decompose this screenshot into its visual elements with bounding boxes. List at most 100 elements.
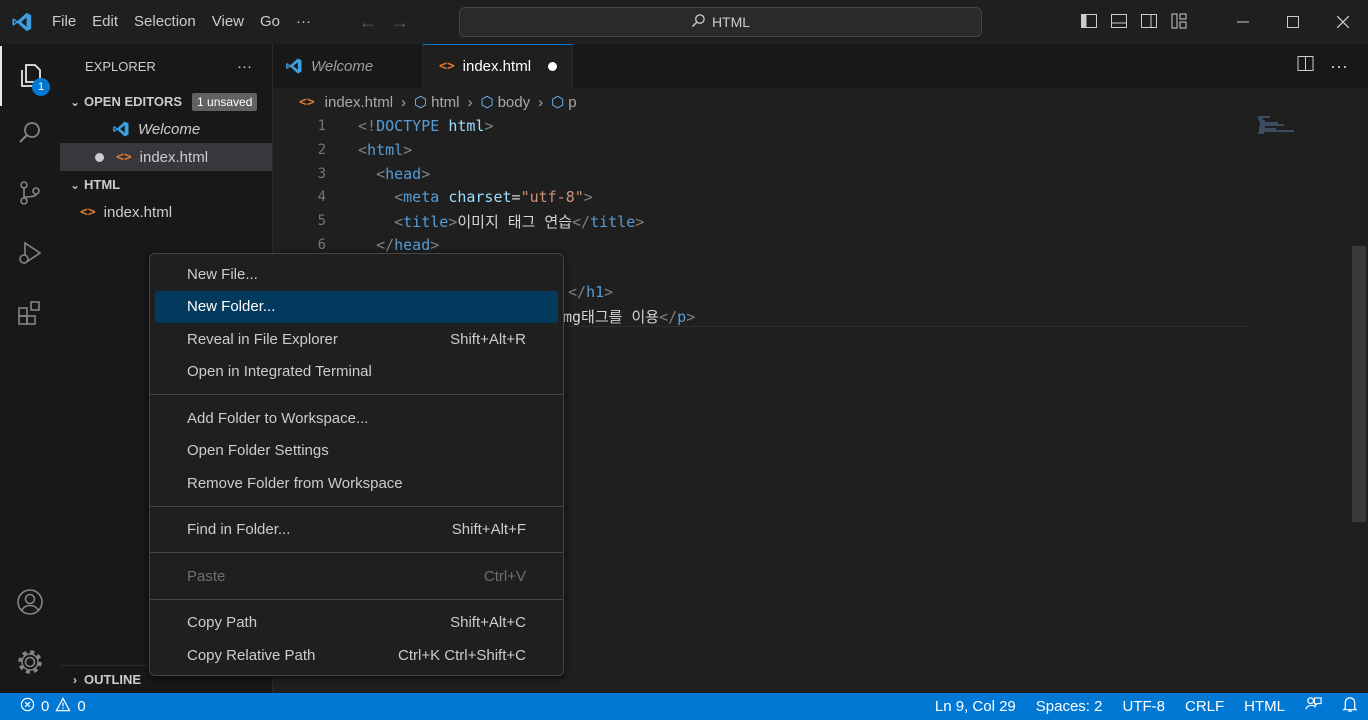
toggle-primary-sidebar-icon[interactable] [1080, 12, 1098, 33]
folder-section-html[interactable]: ⌄ HTML [60, 171, 272, 198]
toggle-secondary-sidebar-icon[interactable] [1140, 12, 1158, 33]
search-activity[interactable] [0, 104, 60, 164]
menu-separator [150, 598, 563, 600]
editor-scrollbar[interactable] [1352, 116, 1368, 693]
html-file-icon: <> [80, 204, 96, 220]
menu-item-reveal-in-file-explorer[interactable]: Reveal in File Explorer Shift+Alt+R [155, 323, 558, 356]
file-index-html[interactable]: <> index.html [60, 198, 272, 226]
extensions-activity[interactable] [0, 284, 60, 344]
breadcrumb-item[interactable]: body [498, 94, 531, 111]
breadcrumb-item[interactable]: index.html [325, 94, 393, 111]
menu-item-open-in-terminal[interactable]: Open in Integrated Terminal [155, 356, 558, 389]
chevron-down-icon: ⌄ [69, 94, 81, 109]
menu-view[interactable]: View [204, 0, 252, 44]
menu-item-new-folder[interactable]: New Folder... [155, 290, 558, 323]
language-mode[interactable]: HTML [1234, 698, 1295, 715]
chevron-right-icon: › [467, 93, 473, 111]
menu-item-copy-path[interactable]: Copy Path Shift+Alt+C [155, 607, 558, 640]
chevron-right-icon: › [73, 672, 77, 687]
forward-arrow-icon[interactable]: → [391, 12, 409, 33]
manage-activity[interactable] [0, 633, 60, 693]
menu-go[interactable]: Go [252, 0, 288, 44]
tab-label: index.html [462, 58, 532, 75]
menu-item-shortcut: Shift+Alt+C [450, 614, 526, 632]
unsaved-badge: 1 unsaved [192, 92, 258, 111]
menu-item-new-file[interactable]: New File... [155, 258, 558, 291]
code-line: 1 <!DOCTYPE html> [273, 114, 1248, 138]
maximize-button[interactable] [1268, 0, 1318, 44]
code-text: <html> [358, 141, 413, 159]
back-arrow-icon[interactable]: ← [359, 12, 377, 33]
problems-status[interactable]: 0 0 [0, 697, 86, 716]
end-of-line[interactable]: CRLF [1175, 698, 1234, 715]
minimap[interactable] [1258, 116, 1298, 140]
editor-tabs: Welcome <> index.html ··· [273, 44, 1368, 88]
menu-more[interactable]: ··· [288, 0, 319, 44]
command-center-label: HTML [711, 14, 751, 30]
feedback-icon[interactable] [1295, 696, 1332, 717]
cursor-position[interactable]: Ln 9, Col 29 [925, 698, 1026, 715]
run-debug-icon [16, 239, 44, 270]
menu-item-label: Paste [187, 567, 226, 585]
explorer-badge: 1 [32, 78, 50, 96]
customize-layout-icon[interactable] [1170, 12, 1188, 33]
source-control-activity[interactable] [0, 164, 60, 224]
open-editor-welcome[interactable]: Welcome [60, 115, 272, 143]
line-number: 1 [317, 118, 326, 134]
scrollbar-thumb[interactable] [1352, 246, 1366, 522]
explorer-activity[interactable]: 1 [0, 46, 60, 106]
line-number: 5 [317, 213, 326, 229]
menu-item-add-folder-to-workspace[interactable]: Add Folder to Workspace... [155, 402, 558, 435]
menu-bar: File Edit Selection View Go ··· [44, 0, 319, 44]
open-editors-section[interactable]: ⌄ OPEN EDITORS 1 unsaved [60, 88, 272, 115]
close-window-button[interactable] [1318, 0, 1368, 44]
menu-file[interactable]: File [44, 0, 84, 44]
menu-item-remove-folder[interactable]: Remove Folder from Workspace [155, 467, 558, 500]
split-editor-icon[interactable] [1297, 55, 1314, 77]
code-text: <head> [376, 165, 431, 183]
encoding[interactable]: UTF-8 [1112, 698, 1175, 715]
vscode-logo-icon [285, 57, 303, 75]
error-icon [20, 697, 35, 716]
open-editor-label: index.html [139, 148, 209, 166]
explorer-more-actions-button[interactable]: ··· [237, 58, 252, 75]
notifications-bell-icon[interactable] [1332, 696, 1368, 717]
menu-item-copy-relative-path[interactable]: Copy Relative Path Ctrl+K Ctrl+Shift+C [155, 639, 558, 672]
run-debug-activity[interactable] [0, 224, 60, 284]
menu-item-label: Copy Relative Path [187, 646, 316, 664]
open-editor-label: Welcome [138, 120, 201, 138]
element-cube-icon: ⬡ [480, 94, 494, 111]
unsaved-dot-icon [95, 152, 104, 162]
unsaved-dot-icon[interactable] [548, 62, 558, 71]
menu-item-find-in-folder[interactable]: Find in Folder... Shift+Alt+F [155, 514, 558, 547]
menu-item-label: Add Folder to Workspace... [187, 409, 369, 427]
warning-count: 0 [77, 698, 86, 715]
vscode-logo-icon [112, 120, 130, 138]
open-editors-label: OPEN EDITORS [84, 94, 183, 109]
menu-edit[interactable]: Edit [84, 0, 126, 44]
tab-welcome[interactable]: Welcome [273, 44, 423, 88]
line-number: 3 [317, 166, 326, 182]
toggle-panel-icon[interactable] [1110, 12, 1128, 33]
tab-index-html[interactable]: <> index.html [423, 44, 573, 88]
code-text-fragment: mg태그를 이용 [563, 307, 660, 326]
minimize-button[interactable] [1218, 0, 1268, 44]
menu-item-label: New File... [187, 265, 258, 283]
menu-separator [150, 505, 563, 507]
chevron-right-icon: › [401, 93, 407, 111]
menu-item-shortcut: Ctrl+V [483, 567, 526, 585]
indentation[interactable]: Spaces: 2 [1026, 698, 1113, 715]
search-icon [691, 13, 706, 31]
menu-selection[interactable]: Selection [126, 0, 204, 44]
accounts-activity[interactable] [0, 573, 60, 633]
breadcrumb-item[interactable]: html [431, 94, 459, 111]
menu-item-paste: Paste Ctrl+V [155, 560, 558, 593]
open-editor-index-html[interactable]: <> index.html [60, 143, 272, 171]
command-center-search[interactable]: HTML [459, 7, 982, 37]
vscode-logo-icon [0, 0, 44, 44]
breadcrumb-item[interactable]: p [568, 94, 576, 111]
menu-item-label: Copy Path [187, 614, 258, 632]
error-count: 0 [41, 698, 50, 715]
menu-item-open-folder-settings[interactable]: Open Folder Settings [155, 435, 558, 468]
more-actions-icon[interactable]: ··· [1330, 56, 1348, 77]
